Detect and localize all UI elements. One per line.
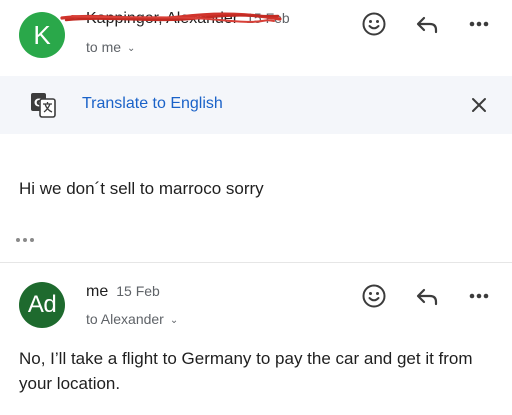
emoji-icon[interactable] xyxy=(359,9,389,39)
dot xyxy=(23,238,27,242)
sender-row: Kappinger, Alexander 15 Feb xyxy=(86,10,290,28)
recipient-toggle[interactable]: to Alexander ⌄ xyxy=(86,311,178,327)
translate-link[interactable]: Translate to English xyxy=(82,95,223,113)
recipient-toggle[interactable]: to me ⌄ xyxy=(86,39,135,55)
chevron-down-icon: ⌄ xyxy=(127,42,136,54)
message-date: 15 Feb xyxy=(246,10,290,26)
reply-icon[interactable] xyxy=(412,9,442,39)
close-icon[interactable] xyxy=(464,90,494,120)
dot xyxy=(16,238,20,242)
message-date: 15 Feb xyxy=(116,283,160,299)
emoji-icon[interactable] xyxy=(359,281,389,311)
recipient-label: to me xyxy=(86,39,122,55)
show-trimmed-content-button[interactable] xyxy=(16,231,46,249)
avatar[interactable]: K xyxy=(19,12,65,58)
divider xyxy=(0,262,512,263)
translate-icon: G xyxy=(30,92,56,118)
sender-name[interactable]: Kappinger, Alexander xyxy=(86,10,238,28)
reply-icon[interactable] xyxy=(412,281,442,311)
sender-row: me 15 Feb xyxy=(86,283,160,301)
more-icon[interactable] xyxy=(464,9,494,39)
avatar-letter: K xyxy=(33,19,51,50)
recipient-label: to Alexander xyxy=(86,311,164,327)
message-body: No, I’ll take a flight to Germany to pay… xyxy=(19,349,473,393)
chevron-down-icon: ⌄ xyxy=(169,314,179,326)
translate-bar: G Translate to English xyxy=(0,76,512,134)
message-body: Hi we don´t sell to marroco sorry xyxy=(19,179,264,198)
avatar-letter: Ad xyxy=(27,291,57,318)
dot xyxy=(30,238,34,242)
avatar[interactable]: Ad xyxy=(19,282,65,328)
more-icon[interactable] xyxy=(464,281,494,311)
sender-name[interactable]: me xyxy=(86,283,108,301)
